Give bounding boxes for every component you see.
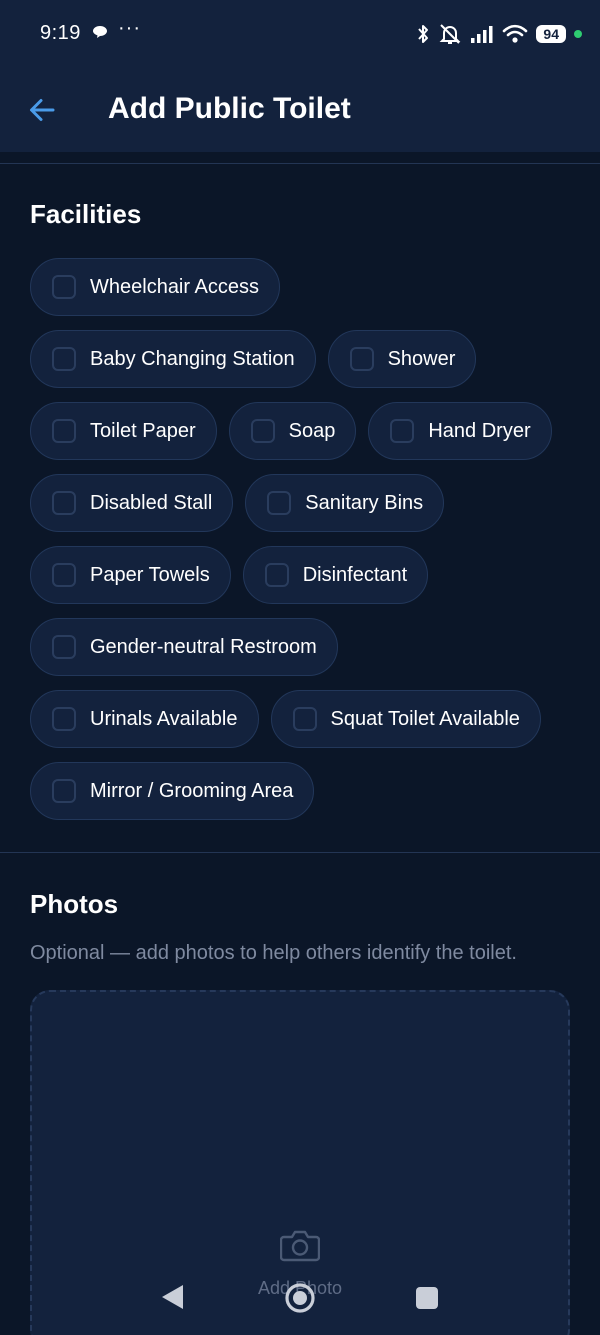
bell-off-icon [438, 23, 462, 45]
app-bar: Add Public Toilet [0, 68, 600, 152]
facility-chip[interactable]: Shower [327, 330, 477, 388]
camera-icon [280, 1230, 320, 1262]
checkbox-icon[interactable] [264, 563, 289, 587]
back-button[interactable] [22, 90, 62, 130]
facility-chip-label: Urinals Available [90, 707, 238, 730]
facility-chip-label: Baby Changing Station [90, 347, 295, 370]
checkbox-icon[interactable] [52, 563, 76, 587]
facility-chip[interactable]: Squat Toilet Available [270, 690, 541, 748]
checkbox-icon[interactable] [390, 419, 415, 443]
divider [0, 852, 600, 853]
arrow-left-icon [30, 99, 55, 121]
chip-row: Gender-neutral Restroom [30, 618, 570, 678]
facilities-chip-group: Wheelchair Access Baby Changing Station Sh… [30, 258, 570, 834]
checkbox-icon[interactable] [52, 419, 76, 443]
facility-chip[interactable]: Mirror / Grooming Area [30, 762, 315, 820]
status-time: 9:19 [40, 22, 81, 44]
bluetooth-icon [416, 23, 430, 45]
facility-chip-label: Sanitary Bins [305, 491, 424, 514]
chip-row: Toilet Paper Soap Hand Dryer [30, 402, 570, 462]
nav-back-icon[interactable] [160, 1283, 186, 1311]
page-title: Add Public Toilet [108, 92, 351, 125]
facility-chip[interactable]: Gender-neutral Restroom [30, 618, 338, 676]
checkbox-icon[interactable] [52, 635, 76, 659]
facility-chip[interactable]: Toilet Paper [30, 402, 217, 460]
chip-row: Mirror / Grooming Area [30, 762, 570, 822]
facility-chip-label: Toilet Paper [90, 419, 196, 442]
status-bar: 9:19 ··· 94 [0, 0, 600, 68]
facility-chip-label: Disinfectant [302, 563, 408, 586]
signal-icon [470, 24, 494, 44]
checkbox-icon[interactable] [52, 707, 76, 731]
chip-row: Wheelchair Access [30, 258, 570, 318]
facility-chip[interactable]: Disinfectant [242, 546, 429, 604]
checkbox-icon[interactable] [52, 779, 76, 803]
facility-chip[interactable]: Baby Changing Station [30, 330, 316, 388]
facility-chip[interactable]: Urinals Available [30, 690, 259, 748]
status-icons: 94 [416, 22, 582, 46]
checkbox-icon[interactable] [250, 419, 275, 443]
facility-chip-label: Mirror / Grooming Area [90, 779, 294, 802]
checkbox-icon[interactable] [52, 347, 76, 371]
nav-home-icon[interactable] [284, 1282, 316, 1314]
checkbox-icon[interactable] [52, 275, 76, 299]
facility-chip-label: Wheelchair Access [90, 275, 259, 298]
chip-row: Baby Changing Station Shower [30, 330, 570, 390]
facility-chip[interactable]: Paper Towels [30, 546, 231, 604]
facility-chip-label: Shower [387, 347, 456, 370]
photos-title: Photos [30, 889, 119, 919]
checkbox-icon[interactable] [267, 491, 292, 515]
chat-bubble-icon [92, 25, 108, 39]
facility-chip[interactable]: Disabled Stall [30, 474, 234, 532]
nav-recents-icon[interactable] [416, 1287, 438, 1309]
battery-icon: 94 [536, 25, 566, 43]
facility-chip[interactable]: Hand Dryer [368, 402, 552, 460]
wifi-icon [502, 24, 528, 44]
facilities-title: Facilities [30, 199, 142, 229]
chip-row: Paper Towels Disinfectant [30, 546, 570, 606]
facility-chip-label: Hand Dryer [428, 419, 531, 442]
checkbox-icon[interactable] [52, 491, 76, 515]
facility-chip-label: Disabled Stall [90, 491, 213, 514]
chip-row: Urinals Available Squat Toilet Available [30, 690, 570, 750]
checkbox-icon[interactable] [349, 347, 374, 371]
facility-chip[interactable]: Wheelchair Access [30, 258, 280, 316]
facility-chip-label: Paper Towels [90, 563, 210, 586]
chip-row: Disabled Stall Sanitary Bins [30, 474, 570, 534]
privacy-indicator-dot [574, 30, 582, 38]
facility-chip-label: Soap [288, 419, 336, 442]
facility-chip-label: Gender-neutral Restroom [90, 635, 317, 658]
divider [0, 163, 600, 164]
facility-chip[interactable]: Soap [228, 402, 357, 460]
add-toilet-screen: 9:19 ··· 94 Add Public Toilet Facilities… [0, 0, 600, 1335]
more-notifications-icon: ··· [118, 17, 141, 39]
checkbox-icon[interactable] [292, 707, 317, 731]
facility-chip-label: Squat Toilet Available [330, 707, 520, 730]
facility-chip[interactable]: Sanitary Bins [245, 474, 445, 532]
photos-hint: Optional — add photos to help others ide… [30, 942, 517, 964]
